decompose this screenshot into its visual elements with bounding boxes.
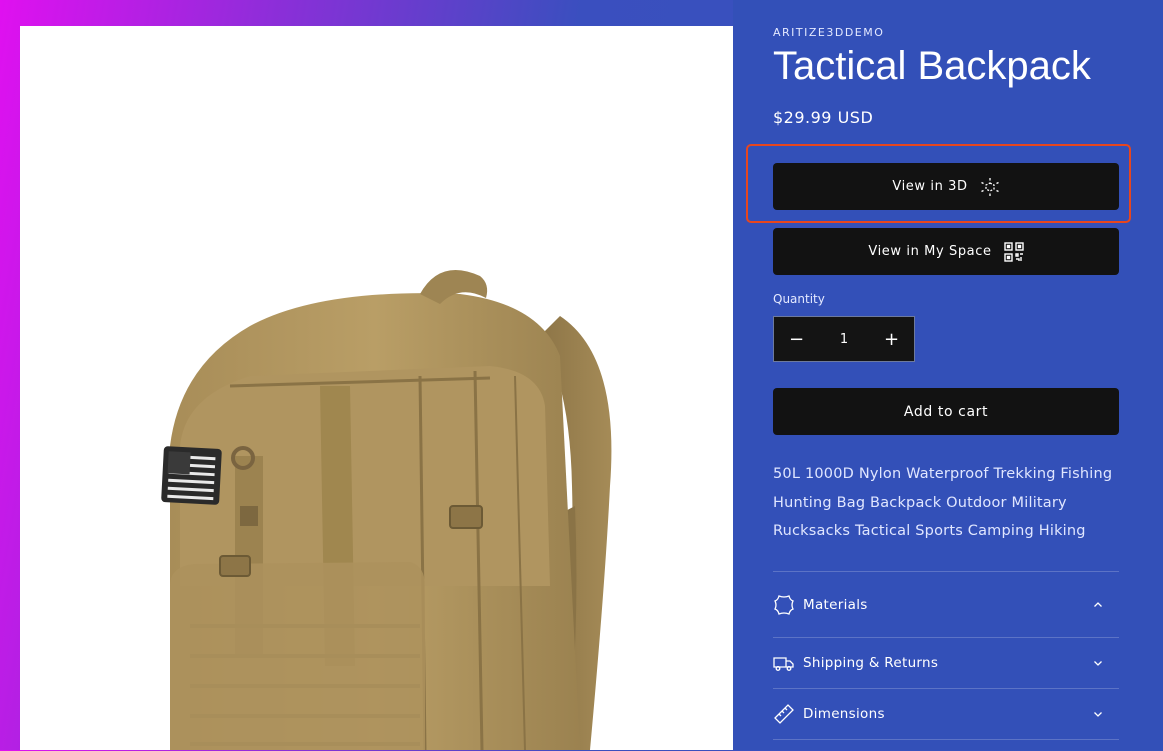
quantity-input[interactable] [819, 330, 869, 348]
quantity-decrease-button[interactable]: − [774, 317, 819, 361]
view-in-my-space-button[interactable]: View in My Space [773, 228, 1119, 275]
view-in-3d-label: View in 3D [892, 179, 968, 194]
product-title: Tactical Backpack [773, 44, 1091, 88]
accordion-materials-label: Materials [803, 597, 868, 613]
chevron-down-icon [1093, 709, 1103, 719]
product-page: ARITIZE3DDEMO Tactical Backpack $29.99 U… [0, 0, 1163, 750]
product-description: 50L 1000D Nylon Waterproof Trekking Fish… [773, 466, 1113, 539]
3d-cube-icon [980, 177, 1000, 197]
accordion-dimensions-label: Dimensions [803, 706, 885, 722]
quantity-stepper: − + [773, 316, 915, 362]
flag-patch [161, 446, 222, 505]
quantity-label: Quantity [773, 292, 825, 306]
vendor-name: ARITIZE3DDEMO [773, 26, 885, 39]
add-to-cart-button[interactable]: Add to cart [773, 388, 1119, 435]
backpack-illustration [161, 270, 612, 750]
accordion-divider [773, 739, 1119, 751]
chevron-down-icon [1093, 658, 1103, 668]
qr-code-icon [1003, 241, 1024, 262]
leather-icon [773, 594, 795, 616]
chevron-up-icon [1093, 600, 1103, 610]
truck-icon [773, 652, 795, 674]
product-price: $29.99 USD [773, 108, 874, 127]
product-image[interactable] [20, 26, 733, 750]
view-in-3d-button[interactable]: View in 3D [773, 163, 1119, 210]
product-info: ARITIZE3DDEMO Tactical Backpack $29.99 U… [733, 0, 1163, 750]
quantity-increase-button[interactable]: + [869, 317, 914, 361]
accordion-shipping-label: Shipping & Returns [803, 655, 939, 671]
accordion-dimensions[interactable]: Dimensions [773, 688, 1119, 739]
accordion-materials[interactable]: Materials [773, 571, 1119, 638]
accordion-shipping-returns[interactable]: Shipping & Returns [773, 637, 1119, 688]
ruler-icon [773, 703, 795, 725]
view-in-my-space-label: View in My Space [868, 244, 992, 259]
